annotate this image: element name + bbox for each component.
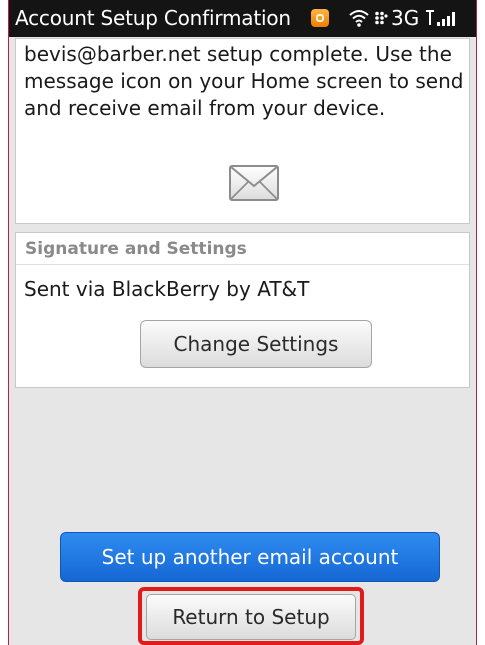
notification-icon[interactable] bbox=[311, 9, 329, 27]
section-header: Signature and Settings bbox=[16, 233, 469, 265]
wifi-icon bbox=[349, 10, 369, 27]
network-type-label: 3G bbox=[391, 6, 420, 30]
blackberry-icon bbox=[375, 11, 388, 25]
envelope-icon[interactable] bbox=[228, 163, 280, 203]
section-header-label: Signature and Settings bbox=[25, 239, 247, 259]
status-bar: Account Setup Confirmation 3G bbox=[9, 0, 476, 37]
status-title: Account Setup Confirmation bbox=[15, 6, 291, 30]
device-screen: Account Setup Confirmation 3G bevis@barb… bbox=[8, 0, 477, 645]
signature-text: Sent via BlackBerry by AT&T bbox=[24, 277, 310, 301]
setup-another-account-button[interactable]: Set up another email account bbox=[60, 532, 440, 582]
signal-icon bbox=[426, 10, 455, 26]
confirmation-panel: bevis@barber.net setup complete. Use the… bbox=[15, 38, 470, 224]
setup-complete-message: bevis@barber.net setup complete. Use the… bbox=[24, 42, 464, 120]
signature-settings-panel: Signature and Settings Sent via BlackBer… bbox=[15, 232, 470, 388]
return-to-setup-button[interactable]: Return to Setup bbox=[146, 594, 356, 640]
change-settings-button[interactable]: Change Settings bbox=[140, 320, 372, 368]
